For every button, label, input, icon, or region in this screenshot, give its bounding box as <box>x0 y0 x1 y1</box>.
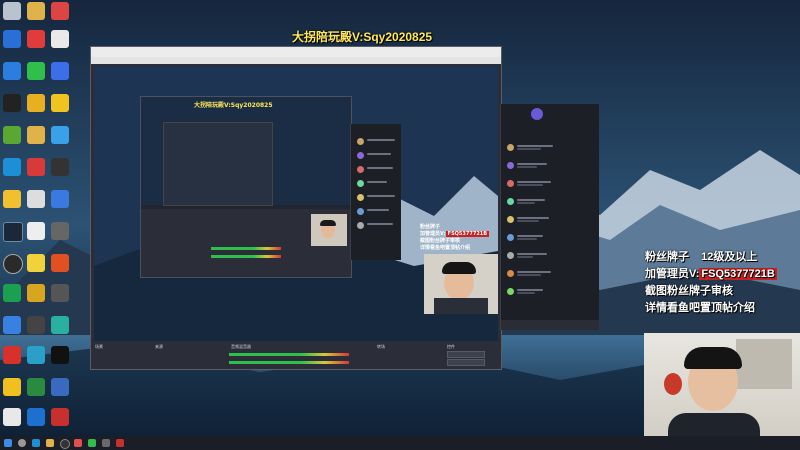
app-icon[interactable] <box>51 378 69 396</box>
chat-input-bar[interactable] <box>501 320 599 330</box>
app-icon[interactable] <box>51 94 69 112</box>
app-icon[interactable] <box>27 284 45 302</box>
wechat-icon[interactable] <box>27 62 45 80</box>
app-icon[interactable] <box>27 408 45 426</box>
app-icon[interactable] <box>3 94 21 112</box>
taskbar[interactable] <box>0 436 800 450</box>
admin-code: FSQ5377721B <box>699 268 776 280</box>
app-icon[interactable] <box>27 346 45 364</box>
webcam-feed <box>644 333 800 450</box>
app-icon[interactable] <box>3 408 21 426</box>
app-icon[interactable] <box>27 222 45 240</box>
app-icon[interactable] <box>3 378 21 396</box>
app-icon[interactable] <box>51 408 69 426</box>
app-icon[interactable] <box>51 254 69 272</box>
app-icon[interactable] <box>3 62 21 80</box>
fan-badge-line: 粉丝牌子 12级及以上 <box>645 248 757 264</box>
edge-icon[interactable] <box>32 439 40 447</box>
avatar <box>531 108 543 120</box>
sources-dock-title: 来源 <box>155 344 163 350</box>
app-icon[interactable] <box>3 190 21 208</box>
obs-window[interactable]: 大拐陪玩殿V:Sqy2020825 粉丝牌子 加管理员V:FSQ5377721B… <box>90 46 502 370</box>
app-icon[interactable] <box>51 284 69 302</box>
app-icon[interactable] <box>3 346 21 364</box>
nested-preview <box>140 96 352 278</box>
app-icon[interactable] <box>27 94 45 112</box>
admin-contact-line: 加管理员V:FSQ5377721B <box>645 265 777 281</box>
nested-info-overlay: 粉丝牌子 加管理员V:FSQ5377721B 截图粉丝牌子审核 详情看鱼吧置顶帖… <box>420 224 494 252</box>
obs-preview[interactable]: 大拐陪玩殿V:Sqy2020825 粉丝牌子 加管理员V:FSQ5377721B… <box>94 66 498 341</box>
folder-icon[interactable] <box>27 126 45 144</box>
start-icon[interactable] <box>4 439 12 447</box>
scenes-dock-title: 场景 <box>95 344 103 350</box>
nested-webcam <box>311 214 347 246</box>
folder-icon[interactable] <box>46 439 54 447</box>
screenshot-review-line: 截图粉丝牌子审核 <box>645 282 733 298</box>
browser-icon[interactable] <box>3 30 21 48</box>
obs-menubar[interactable] <box>91 57 501 64</box>
app-icon[interactable] <box>51 2 69 20</box>
recycle-bin-icon[interactable] <box>3 2 21 20</box>
app-icon[interactable] <box>74 439 82 447</box>
chat-panel[interactable] <box>500 104 599 330</box>
nvidia-icon[interactable] <box>3 126 21 144</box>
app-icon[interactable] <box>27 190 45 208</box>
app-icon[interactable] <box>102 439 110 447</box>
controls-dock-title: 控件 <box>447 344 455 350</box>
app-icon[interactable] <box>51 126 69 144</box>
nested-title-overlay: 大拐陪玩殿V:Sqy2020825 <box>194 100 273 109</box>
app-icon[interactable] <box>27 316 45 334</box>
app-icon[interactable] <box>51 346 69 364</box>
app-icon[interactable] <box>27 158 45 176</box>
start-streaming-button[interactable] <box>447 351 485 358</box>
app-icon[interactable] <box>51 158 69 176</box>
obs-icon[interactable] <box>3 254 23 274</box>
search-icon[interactable] <box>18 439 26 447</box>
start-recording-button[interactable] <box>447 359 485 366</box>
edge-icon[interactable] <box>3 158 21 176</box>
app-icon[interactable] <box>3 284 21 302</box>
app-icon[interactable] <box>51 190 69 208</box>
chrome-icon[interactable] <box>51 30 69 48</box>
details-line: 详情看鱼吧置顶帖介绍 <box>645 299 755 315</box>
stream-title-overlay: 大拐陪玩殿V:Sqy2020825 <box>292 28 432 45</box>
app-icon[interactable] <box>51 316 69 334</box>
nested-chat-panel <box>350 124 401 260</box>
app-icon[interactable] <box>27 30 45 48</box>
mixer-dock-title: 音频混音器 <box>231 344 251 350</box>
folder-icon[interactable] <box>27 2 45 20</box>
app-icon[interactable] <box>88 439 96 447</box>
app-icon[interactable] <box>51 222 69 240</box>
app-icon[interactable] <box>27 254 45 272</box>
transitions-dock-title: 转场 <box>377 344 385 350</box>
obs-icon[interactable] <box>60 439 70 449</box>
app-icon[interactable] <box>51 62 69 80</box>
desktop-icons <box>0 0 72 436</box>
app-icon[interactable] <box>27 378 45 396</box>
app-icon[interactable] <box>3 316 21 334</box>
mixer-meter-1 <box>229 353 349 356</box>
steam-icon[interactable] <box>3 222 23 242</box>
obs-titlebar[interactable] <box>91 47 501 57</box>
preview-webcam <box>424 254 498 314</box>
mixer-meter-2 <box>229 361 349 364</box>
obs-docks[interactable]: 场景 来源 音频混音器 转场 控件 <box>91 343 501 369</box>
app-icon[interactable] <box>116 439 124 447</box>
